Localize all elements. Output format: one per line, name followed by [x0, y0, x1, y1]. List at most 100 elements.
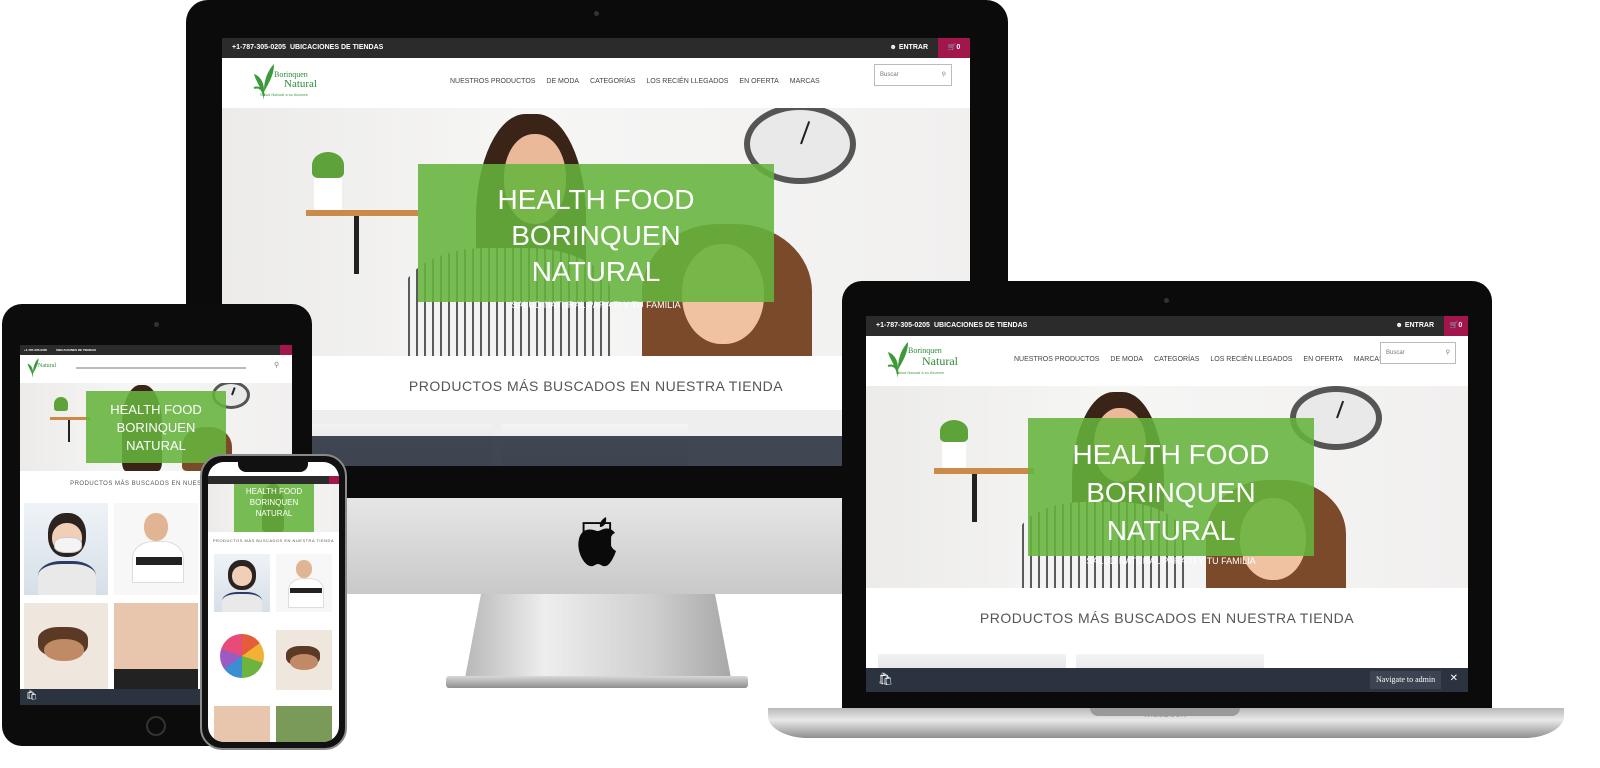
nav-item-de-moda[interactable]: DE MODA	[546, 78, 579, 85]
hero-title-line2: NATURAL	[531, 256, 661, 287]
plant-pot	[314, 178, 342, 210]
nav-item-en-oferta[interactable]: EN OFERTA	[1303, 356, 1342, 363]
hero-subtitle: SALUD NATURAL PARA TI Y TU FAMILIA	[511, 300, 681, 310]
logo-line2: Natural	[922, 354, 958, 368]
nav-item-recien-llegados[interactable]: LOS RECIÉN LLEGADOS	[1210, 356, 1292, 363]
apple-logo-shape	[578, 517, 616, 567]
product-card-scale-man[interactable]	[114, 503, 198, 595]
ipad-home-button	[146, 716, 166, 736]
section-title: PRODUCTOS MÁS BUSCADOS EN NUESTRA TIENDA	[212, 538, 335, 543]
hero-title-line1: HEALTH FOOD BORINQUEN	[497, 184, 695, 251]
store-locations-link[interactable]: UBICACIONES DE TIENDAS	[290, 38, 383, 58]
hero-title-line1: HEALTH FOOD	[245, 487, 303, 496]
nav-item-categorias[interactable]: CATEGORÍAS	[1154, 356, 1199, 363]
plant	[312, 152, 344, 178]
nav-item-categorias[interactable]: CATEGORÍAS	[590, 78, 635, 85]
phone-number[interactable]: +1-787-305-0205	[24, 345, 47, 355]
shelf	[306, 210, 418, 216]
search-placeholder: Buscar	[880, 72, 899, 78]
cart-button[interactable]: 🛒0	[938, 38, 970, 58]
iphone-notch	[238, 462, 308, 472]
hero-banner: HEALTH FOOD BORINQUEN NATURAL SALUD NATU…	[866, 386, 1468, 588]
site-header: Borinquen Natural Salud Natural a su Alc…	[866, 336, 1468, 386]
logo-tagline: Salud Natural a su Alcance	[260, 92, 309, 97]
imac-camera	[594, 11, 599, 16]
shelf	[50, 417, 90, 420]
main-nav: NUESTROS PRODUCTOS DE MODA CATEGORÍAS LO…	[450, 78, 829, 85]
login-link[interactable]: ☻ ENTRAR	[890, 38, 929, 58]
product-card-sleep[interactable]	[276, 630, 332, 690]
search-icon[interactable]: ⚲	[1446, 343, 1450, 363]
shelf-bracket	[972, 474, 977, 522]
navigate-to-admin-button[interactable]: Navigate to admin	[1370, 671, 1442, 689]
logo-tagline: Salud Natural a su Alcance	[896, 370, 945, 375]
macbook-label: MacBook	[1144, 709, 1186, 720]
top-bar: +1-787-305-0205 UBICACIONES DE TIENDAS	[20, 345, 292, 355]
ipad-camera	[154, 322, 159, 327]
hero-title-line2: BORINQUEN NATURAL	[116, 420, 196, 453]
shelf	[934, 468, 1034, 474]
product-card-food-wheel[interactable]	[214, 630, 270, 690]
phone-number[interactable]: +1-787-305-0205	[232, 38, 286, 58]
product-card-outdoor[interactable]	[276, 706, 332, 742]
logo-line2: Natural	[38, 363, 56, 369]
search-input[interactable]: Buscar ⚲	[1380, 342, 1456, 364]
plant	[54, 397, 68, 411]
nav-item-nuestros-productos[interactable]: NUESTROS PRODUCTOS	[1014, 356, 1099, 363]
store-locations-link[interactable]: UBICACIONES DE TIENDAS	[56, 345, 96, 355]
hero-banner: HEALTH FOOD BORINQUEN NATURAL	[208, 484, 339, 532]
iphone-screen: HEALTH FOOD BORINQUEN NATURAL PRODUCTOS …	[208, 462, 339, 742]
site-header: Borinquen Natural Salud Natural a su Alc…	[222, 58, 970, 108]
product-card-scale-man[interactable]	[276, 554, 332, 612]
user-icon: ☻	[889, 44, 897, 51]
hero-text-box: HEALTH FOOD BORINQUEN NATURAL	[86, 391, 226, 463]
nav-item-de-moda[interactable]: DE MODA	[1110, 356, 1143, 363]
shopify-bag-icon: 🛍	[26, 690, 38, 700]
admin-bar: 🛍 Navigate to admin ✕	[866, 668, 1468, 692]
search-icon[interactable]: ⚲	[942, 65, 946, 85]
close-icon[interactable]: ✕	[1450, 673, 1458, 684]
search-icon[interactable]: ⚲	[274, 361, 279, 369]
top-bar: +1-787-305-0205 UBICACIONES DE TIENDAS ☻…	[222, 38, 970, 58]
search-placeholder: Buscar	[1386, 350, 1405, 356]
nav-item-recien-llegados[interactable]: LOS RECIÉN LLEGADOS	[646, 78, 728, 85]
main-nav: NUESTROS PRODUCTOS DE MODA CATEGORÍAS LO…	[1014, 356, 1393, 363]
product-card-belly[interactable]	[214, 706, 270, 742]
user-icon: ☻	[1395, 322, 1403, 329]
imac-stand	[465, 594, 731, 678]
nav-item-nuestros-productos[interactable]: NUESTROS PRODUCTOS	[450, 78, 535, 85]
product-card-sleep[interactable]	[24, 603, 108, 691]
login-link[interactable]: ☻ ENTRAR	[1396, 316, 1435, 336]
top-bar	[208, 476, 339, 484]
top-bar: +1-787-305-0205 UBICACIONES DE TIENDAS ☻…	[866, 316, 1468, 336]
hero-text-box: HEALTH FOOD BORINQUEN NATURAL SALUD NATU…	[418, 164, 774, 310]
plant	[940, 420, 968, 442]
login-label: ENTRAR	[898, 44, 928, 51]
product-card-belly[interactable]	[114, 603, 198, 691]
cart-count: 0	[1458, 322, 1463, 329]
shopify-bag-icon: 🛍	[878, 672, 894, 686]
hero-text-box: HEALTH FOOD BORINQUEN NATURAL SALUD NATU…	[1028, 418, 1314, 566]
phone-number[interactable]: +1-787-305-0205	[876, 316, 930, 336]
cart-button[interactable]	[329, 476, 339, 484]
store-locations-link[interactable]: UBICACIONES DE TIENDAS	[934, 316, 1027, 336]
hero-title-line2: BORINQUEN NATURAL	[249, 498, 299, 518]
site-header: Natural ⚲	[20, 355, 292, 383]
plant-pot	[942, 442, 966, 468]
cart-button[interactable]: 🛒0	[1444, 316, 1468, 336]
hero-text-box: HEALTH FOOD BORINQUEN NATURAL	[234, 484, 314, 532]
section-title: PRODUCTOS MÁS BUSCADOS EN NUESTRA TIENDA	[979, 610, 1355, 626]
nav-item-en-oferta[interactable]: EN OFERTA	[739, 78, 778, 85]
nav-item-marcas[interactable]: MARCAS	[790, 78, 820, 85]
hero-subtitle: SALUD NATURAL PARA TI Y TU FAMILIA	[1086, 556, 1256, 566]
hero-title-line1: HEALTH FOOD	[1072, 439, 1270, 470]
product-card-mask-girl[interactable]	[24, 503, 108, 595]
cart-count: 0	[956, 44, 961, 51]
cart-button[interactable]	[280, 345, 292, 355]
hero-title-line2: BORINQUEN NATURAL	[1086, 477, 1256, 546]
logo-line2: Natural	[284, 78, 317, 90]
product-card-mask-girl[interactable]	[214, 554, 270, 612]
search-input[interactable]: Buscar ⚲	[874, 64, 952, 86]
macbook-screen: +1-787-305-0205 UBICACIONES DE TIENDAS ☻…	[866, 316, 1468, 692]
macbook-camera	[1164, 298, 1169, 303]
